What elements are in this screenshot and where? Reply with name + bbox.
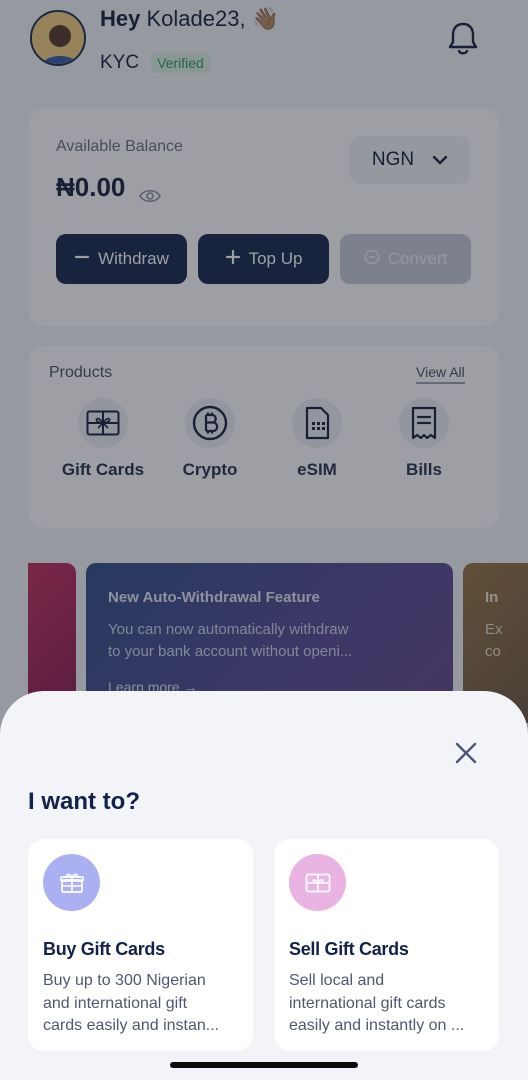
option-description-line: Buy up to 300 Nigerian (43, 972, 206, 989)
sell-gift-cards-option[interactable]: Sell Gift Cards Sell local and internati… (274, 839, 499, 1051)
buy-gift-cards-option[interactable]: Buy Gift Cards Buy up to 300 Nigerian an… (28, 839, 253, 1051)
option-description-line: Sell local and (289, 972, 385, 989)
option-title: Buy Gift Cards (43, 939, 165, 959)
home-indicator[interactable] (170, 1062, 358, 1068)
option-description-line: international gift cards (289, 994, 446, 1012)
option-description-line: and international gift (43, 994, 188, 1012)
close-icon[interactable] (453, 740, 479, 766)
gift-card-icon (289, 854, 346, 911)
sheet-title: I want to? (28, 788, 140, 815)
bottom-sheet: I want to? Buy Gift Cards Buy up to 300 … (0, 691, 528, 1080)
option-description: Sell local and international gift cards … (289, 970, 485, 1038)
gift-box-icon (43, 854, 100, 911)
option-title: Sell Gift Cards (289, 939, 409, 959)
option-description: Buy up to 300 Nigerian and international… (43, 970, 239, 1038)
option-description-line: easily and instantly on ... (289, 1017, 465, 1034)
option-description-line: cards easily and instan... (43, 1017, 220, 1034)
